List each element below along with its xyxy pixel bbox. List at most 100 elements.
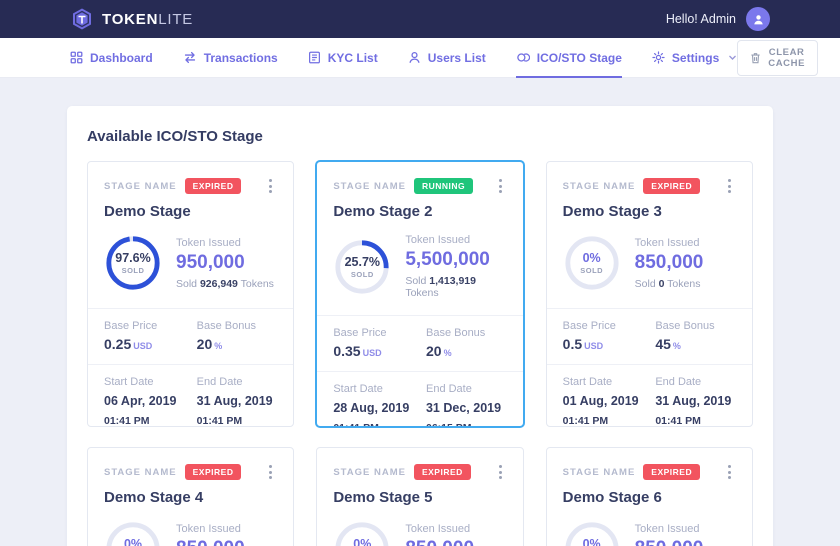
stage-title: Demo Stage 4	[104, 489, 277, 506]
stage-title: Demo Stage 5	[333, 489, 506, 506]
sold-caption: SOLD	[580, 266, 603, 275]
end-date-label: End Date	[426, 383, 507, 395]
end-date-value: 31 Dec, 2019 06:15 PM	[426, 399, 507, 427]
stage-name-label: STAGE NAME	[333, 467, 406, 478]
base-bonus-label: Base Bonus	[426, 327, 507, 339]
kebab-menu-icon[interactable]	[723, 462, 736, 482]
base-price-value: 0.35USD	[333, 343, 414, 359]
coins-icon	[516, 51, 530, 64]
nav-bar: Dashboard Transactions KYC List	[0, 38, 840, 78]
sold-percent: 0%	[583, 251, 601, 265]
end-date-value: 31 Aug, 2019 01:41 PM	[655, 392, 736, 427]
base-bonus-value: 20%	[197, 336, 278, 352]
stage-card[interactable]: STAGE NAME EXPIRED Demo Stage 6 0%	[546, 447, 753, 546]
status-badge: EXPIRED	[185, 178, 242, 194]
token-issued-label: Token Issued	[405, 523, 474, 535]
status-badge: EXPIRED	[414, 464, 471, 480]
clear-cache-button[interactable]: CLEAR CACHE	[737, 40, 818, 76]
start-date-value: 06 Apr, 2019 01:41 PM	[104, 392, 185, 427]
stage-card[interactable]: STAGE NAME EXPIRED Demo Stage 4 0%	[87, 447, 294, 546]
token-issued-label: Token Issued	[176, 523, 245, 535]
stage-name-label: STAGE NAME	[104, 181, 177, 192]
document-list-icon	[308, 51, 321, 64]
stage-name-label: STAGE NAME	[563, 181, 636, 192]
stage-card[interactable]: STAGE NAME EXPIRED Demo Stage 5 0%	[316, 447, 523, 546]
stage-name-label: STAGE NAME	[563, 467, 636, 478]
brand-logo[interactable]: TOKENLITE	[70, 7, 193, 31]
base-price-label: Base Price	[563, 320, 644, 332]
token-issued-label: Token Issued	[405, 234, 506, 246]
stages-panel: Available ICO/STO Stage STAGE NAME EXPIR…	[67, 106, 773, 546]
token-issued-value: 850,000	[405, 538, 474, 546]
grid-icon	[70, 51, 83, 64]
kebab-menu-icon[interactable]	[264, 462, 277, 482]
status-badge: EXPIRED	[643, 178, 700, 194]
person-icon	[752, 13, 765, 26]
start-date-label: Start Date	[563, 376, 644, 388]
kebab-menu-icon[interactable]	[264, 176, 277, 196]
sold-tokens-line: Sold 1,413,919 Tokens	[405, 275, 506, 299]
page-title: Available ICO/STO Stage	[87, 128, 753, 145]
greeting-text: Hello! Admin	[666, 12, 736, 26]
sold-donut-chart: 0% SOLD	[563, 520, 621, 546]
sold-donut-chart: 0% SOLD	[104, 520, 162, 546]
sold-donut-chart: 0% SOLD	[333, 520, 391, 546]
stage-name-label: STAGE NAME	[104, 467, 177, 478]
base-bonus-value: 20%	[426, 343, 507, 359]
nav-item-users-list[interactable]: Users List	[408, 38, 486, 77]
nav-item-ico-sto-stage[interactable]: ICO/STO Stage	[516, 38, 622, 77]
content-area: Available ICO/STO Stage STAGE NAME EXPIR…	[0, 78, 840, 546]
sold-donut-chart: 0% SOLD	[563, 234, 621, 292]
base-bonus-value: 45%	[655, 336, 736, 352]
sold-percent: 0%	[124, 537, 142, 546]
kebab-menu-icon[interactable]	[494, 462, 507, 482]
user-avatar[interactable]	[746, 7, 770, 31]
token-issued-value: 850,000	[635, 252, 704, 274]
sold-tokens-line: Sold 926,949 Tokens	[176, 278, 274, 290]
sold-caption: SOLD	[122, 266, 145, 275]
base-bonus-label: Base Bonus	[197, 320, 278, 332]
status-badge: RUNNING	[414, 178, 473, 194]
sold-percent: 0%	[583, 537, 601, 546]
sold-percent: 25.7%	[345, 255, 380, 269]
sold-tokens-line: Sold 0 Tokens	[635, 278, 704, 290]
start-date-label: Start Date	[104, 376, 185, 388]
base-bonus-label: Base Bonus	[655, 320, 736, 332]
user-icon	[408, 51, 421, 64]
stage-title: Demo Stage 6	[563, 489, 736, 506]
stage-card[interactable]: STAGE NAME EXPIRED Demo Stage 97.6%	[87, 161, 294, 427]
stage-title: Demo Stage	[104, 203, 277, 220]
base-price-value: 0.5USD	[563, 336, 644, 352]
token-issued-value: 950,000	[176, 252, 274, 274]
stage-card[interactable]: STAGE NAME EXPIRED Demo Stage 3 0%	[546, 161, 753, 427]
start-date-label: Start Date	[333, 383, 414, 395]
token-issued-value: 850,000	[176, 538, 245, 546]
status-badge: EXPIRED	[185, 464, 242, 480]
sold-donut-chart: 25.7% SOLD	[333, 238, 391, 296]
base-price-label: Base Price	[333, 327, 414, 339]
kebab-menu-icon[interactable]	[494, 176, 507, 196]
base-price-value: 0.25USD	[104, 336, 185, 352]
sold-donut-chart: 97.6% SOLD	[104, 234, 162, 292]
status-badge: EXPIRED	[643, 464, 700, 480]
stage-name-label: STAGE NAME	[333, 181, 406, 192]
start-date-value: 01 Aug, 2019 01:41 PM	[563, 392, 644, 427]
nav-item-kyc-list[interactable]: KYC List	[308, 38, 378, 77]
kebab-menu-icon[interactable]	[723, 176, 736, 196]
stage-card-active[interactable]: STAGE NAME RUNNING Demo Stage 2 25.7%	[316, 161, 523, 427]
nav-item-transactions[interactable]: Transactions	[183, 38, 278, 77]
chevron-down-icon	[728, 53, 737, 62]
start-date-value: 28 Aug, 2019 01:41 PM	[333, 399, 414, 427]
token-issued-label: Token Issued	[635, 523, 704, 535]
nav-item-settings[interactable]: Settings	[652, 38, 737, 77]
stage-cards-grid: STAGE NAME EXPIRED Demo Stage 97.6%	[87, 161, 753, 546]
end-date-label: End Date	[655, 376, 736, 388]
nav-item-dashboard[interactable]: Dashboard	[70, 38, 153, 77]
gear-icon	[652, 51, 665, 64]
stage-title: Demo Stage 2	[333, 203, 506, 220]
end-date-value: 31 Aug, 2019 01:41 PM	[197, 392, 278, 427]
sold-percent: 97.6%	[115, 251, 150, 265]
token-issued-value: 5,500,000	[405, 249, 506, 271]
sold-caption: SOLD	[351, 270, 374, 279]
tokenlite-logo-icon	[70, 7, 94, 31]
